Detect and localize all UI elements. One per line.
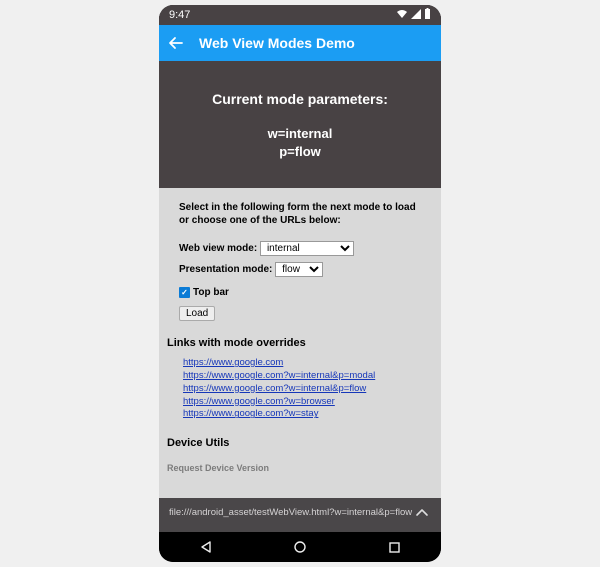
status-time: 9:47 — [169, 9, 190, 21]
nav-home-button[interactable] — [270, 541, 330, 553]
webview-content: Current mode parameters: w=internal p=fl… — [159, 61, 441, 498]
presentation-mode-label: Presentation mode: — [179, 264, 272, 275]
override-link[interactable]: https://www.google.com?w=internal&p=moda… — [183, 370, 421, 383]
app-bar: Web View Modes Demo — [159, 25, 441, 61]
webview-mode-label: Web view mode: — [179, 243, 257, 254]
presentation-mode-row: Presentation mode: flow — [179, 262, 421, 277]
link-list: https://www.google.com https://www.googl… — [183, 357, 421, 421]
hero-title: Current mode parameters: — [169, 91, 431, 107]
status-bar: 9:47 — [159, 5, 441, 25]
webview-mode-select[interactable]: internal — [260, 241, 354, 256]
url-bar: file:///android_asset/testWebView.html?w… — [159, 498, 441, 532]
override-link[interactable]: https://www.google.com?w=internal&p=flow — [183, 383, 421, 396]
load-button[interactable]: Load — [179, 306, 215, 321]
device-utils-item: Request Device Version — [167, 463, 421, 473]
links-section-title: Links with mode overrides — [167, 337, 421, 349]
override-link[interactable]: https://www.google.com?w=browser — [183, 396, 421, 409]
override-link[interactable]: https://www.google.com — [183, 357, 421, 370]
hero-param-p: p=flow — [169, 143, 431, 161]
expand-url-button[interactable] — [413, 504, 431, 522]
presentation-mode-select[interactable]: flow — [275, 262, 323, 277]
system-nav-bar — [159, 532, 441, 562]
status-icons — [396, 8, 431, 22]
phone-frame: 9:47 Web View Modes Demo Current mode pa… — [159, 5, 441, 562]
topbar-checkbox[interactable]: ✓ — [179, 287, 190, 298]
nav-recents-button[interactable] — [364, 542, 424, 553]
url-text: file:///android_asset/testWebView.html?w… — [169, 507, 413, 519]
hero-panel: Current mode parameters: w=internal p=fl… — [159, 61, 441, 188]
override-link[interactable]: https://www.google.com?w=stay — [183, 408, 421, 421]
back-button[interactable] — [167, 34, 185, 52]
topbar-row: ✓ Top bar — [179, 287, 421, 298]
hero-params: w=internal p=flow — [169, 125, 431, 160]
wifi-icon — [396, 9, 408, 22]
signal-icon — [411, 9, 421, 22]
webview-mode-row: Web view mode: internal — [179, 241, 421, 256]
form-instruction: Select in the following form the next mo… — [179, 202, 421, 227]
topbar-label: Top bar — [193, 287, 229, 298]
app-bar-title: Web View Modes Demo — [199, 35, 355, 51]
page-body: Select in the following form the next mo… — [159, 188, 441, 481]
battery-icon — [424, 8, 431, 22]
device-utils-title: Device Utils — [167, 437, 421, 449]
hero-param-w: w=internal — [169, 125, 431, 143]
nav-back-button[interactable] — [176, 540, 236, 554]
